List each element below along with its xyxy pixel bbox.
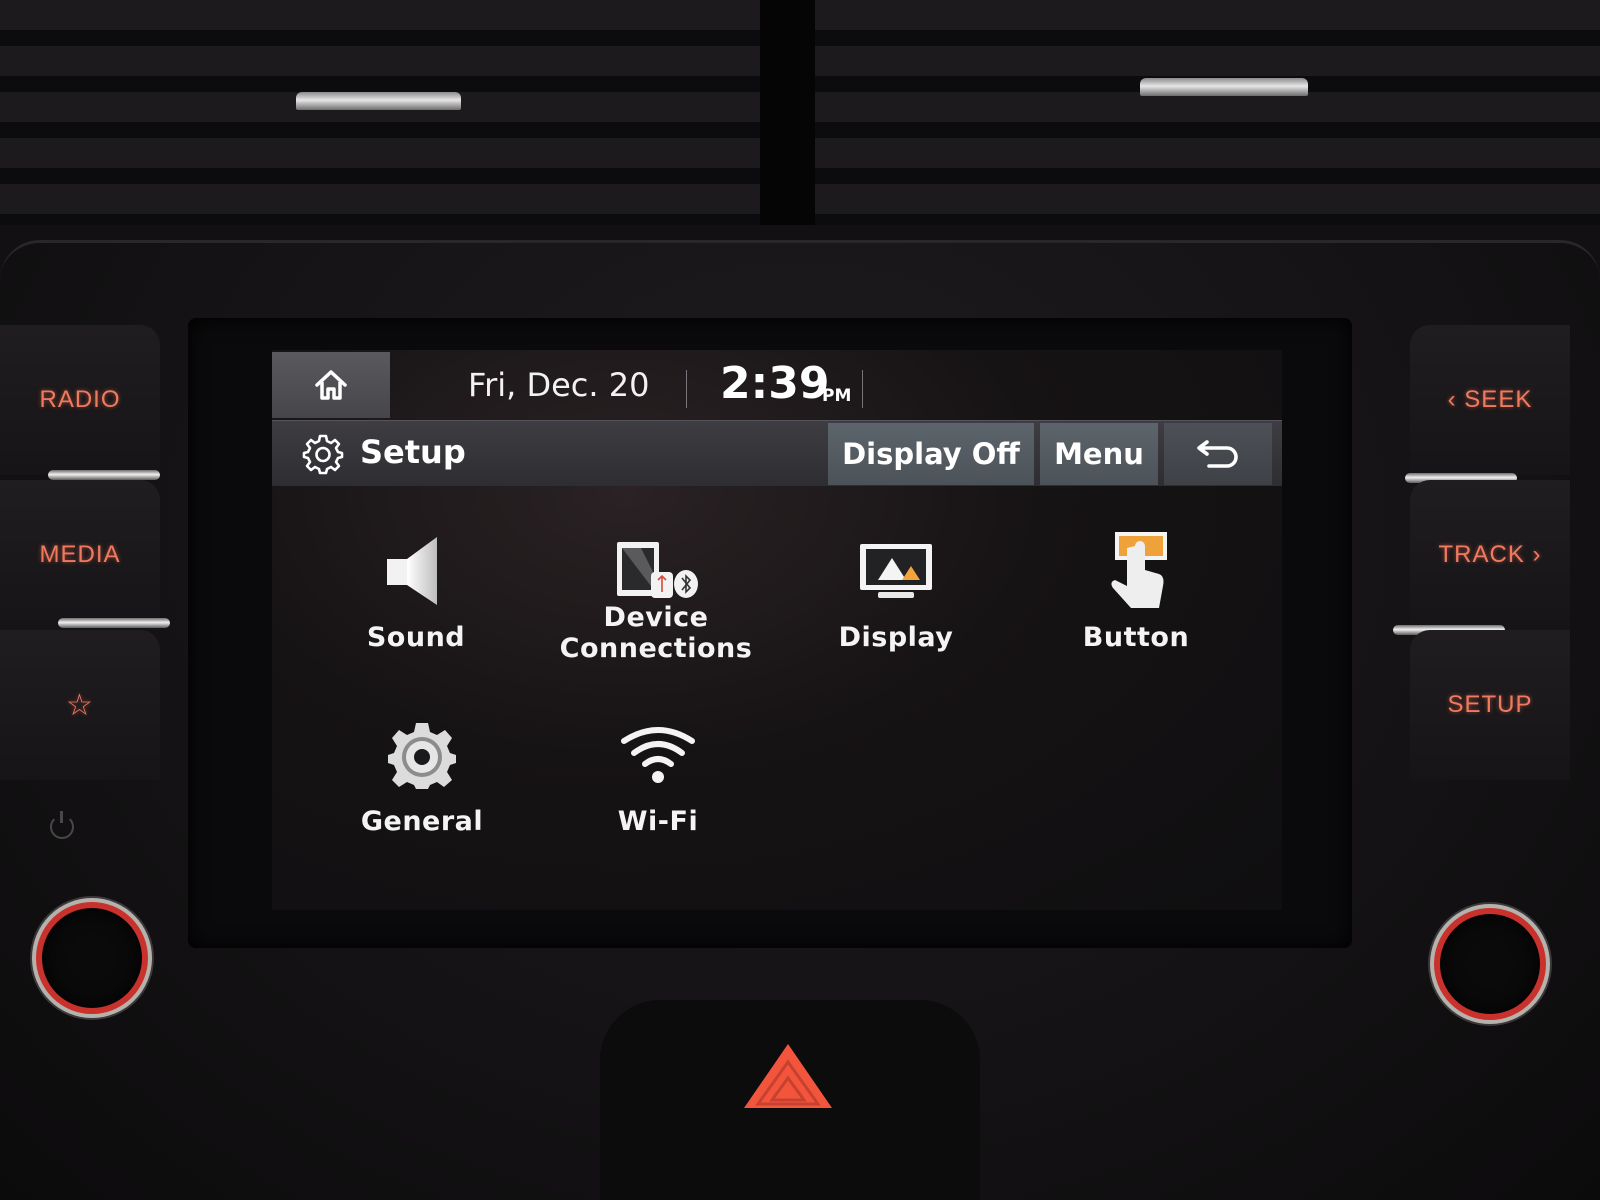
menu-item-display[interactable]: Display (776, 526, 1016, 696)
infotainment-screen: Fri, Dec. 20 2:39 PM Setup Display Off M… (272, 350, 1282, 910)
chrome-divider (48, 470, 160, 480)
air-vent-right (815, 0, 1600, 225)
radio-button-label: RADIO (39, 386, 121, 413)
clock-time: 2:39 (720, 358, 830, 409)
wifi-icon (621, 727, 695, 783)
setup-button[interactable]: SETUP (1410, 630, 1570, 780)
air-vent-left (0, 0, 760, 225)
display-off-button[interactable]: Display Off (828, 423, 1034, 485)
seek-button[interactable]: ‹ SEEK (1410, 325, 1570, 475)
star-icon: ☆ (66, 688, 94, 722)
menu-item-wifi[interactable]: Wi-Fi (538, 710, 778, 880)
speaker-icon (387, 537, 437, 605)
track-button[interactable]: TRACK › (1410, 480, 1570, 630)
menu-item-label: Wi-Fi (617, 806, 699, 837)
setup-menu-grid: Sound Device Connections Display Button … (272, 486, 1282, 910)
seek-button-label: ‹ SEEK (1447, 386, 1533, 413)
tune-knob[interactable] (1434, 908, 1546, 1020)
menu-item-label: Sound (366, 622, 466, 653)
monitor-icon (860, 544, 932, 598)
status-bar: Fri, Dec. 20 2:39 PM (272, 350, 1282, 420)
clock-ampm: PM (822, 386, 852, 406)
power-icon[interactable] (50, 811, 74, 839)
menu-item-label: Device Connections (559, 602, 753, 664)
menu-item-label: General (360, 806, 484, 837)
media-button[interactable]: MEDIA (0, 480, 160, 630)
device-connections-icon (617, 542, 698, 598)
menu-item-device-connections[interactable]: Device Connections (536, 526, 776, 696)
vent-divider (760, 0, 815, 225)
status-separator (686, 370, 687, 408)
right-hardware-buttons: ‹ SEEK TRACK › SETUP (1393, 325, 1575, 795)
back-arrow-icon (1197, 440, 1238, 468)
media-button-label: MEDIA (39, 541, 121, 568)
menu-button[interactable]: Menu (1040, 423, 1158, 485)
vent-tab-left[interactable] (296, 92, 461, 110)
menu-item-button[interactable]: Button (1016, 526, 1256, 696)
back-button[interactable] (1164, 423, 1272, 485)
status-separator (862, 370, 863, 408)
menu-label: Menu (1054, 437, 1144, 471)
menu-item-general[interactable]: General (302, 710, 542, 880)
chrome-divider (58, 618, 170, 628)
menu-item-label: Display (838, 622, 954, 653)
volume-knob[interactable] (36, 902, 148, 1014)
general-gear-icon (388, 723, 456, 789)
hazard-button[interactable] (740, 1040, 836, 1112)
page-title: Setup (360, 433, 466, 471)
home-button[interactable] (272, 352, 390, 418)
home-icon (315, 370, 347, 400)
radio-button[interactable]: RADIO (0, 325, 160, 475)
display-off-label: Display Off (842, 437, 1020, 471)
track-button-label: TRACK › (1438, 541, 1542, 568)
date-display: Fri, Dec. 20 (468, 366, 650, 404)
menu-item-label: Button (1082, 622, 1190, 653)
vent-tab-right[interactable] (1140, 78, 1308, 96)
left-hardware-buttons: RADIO MEDIA ☆ (0, 325, 170, 795)
gear-icon (302, 434, 344, 475)
title-bar: Setup Display Off Menu (272, 420, 1282, 486)
menu-item-sound[interactable]: Sound (296, 526, 536, 696)
favorite-button[interactable]: ☆ (0, 630, 160, 780)
button-press-icon (1111, 532, 1167, 608)
setup-button-label: SETUP (1447, 691, 1533, 718)
